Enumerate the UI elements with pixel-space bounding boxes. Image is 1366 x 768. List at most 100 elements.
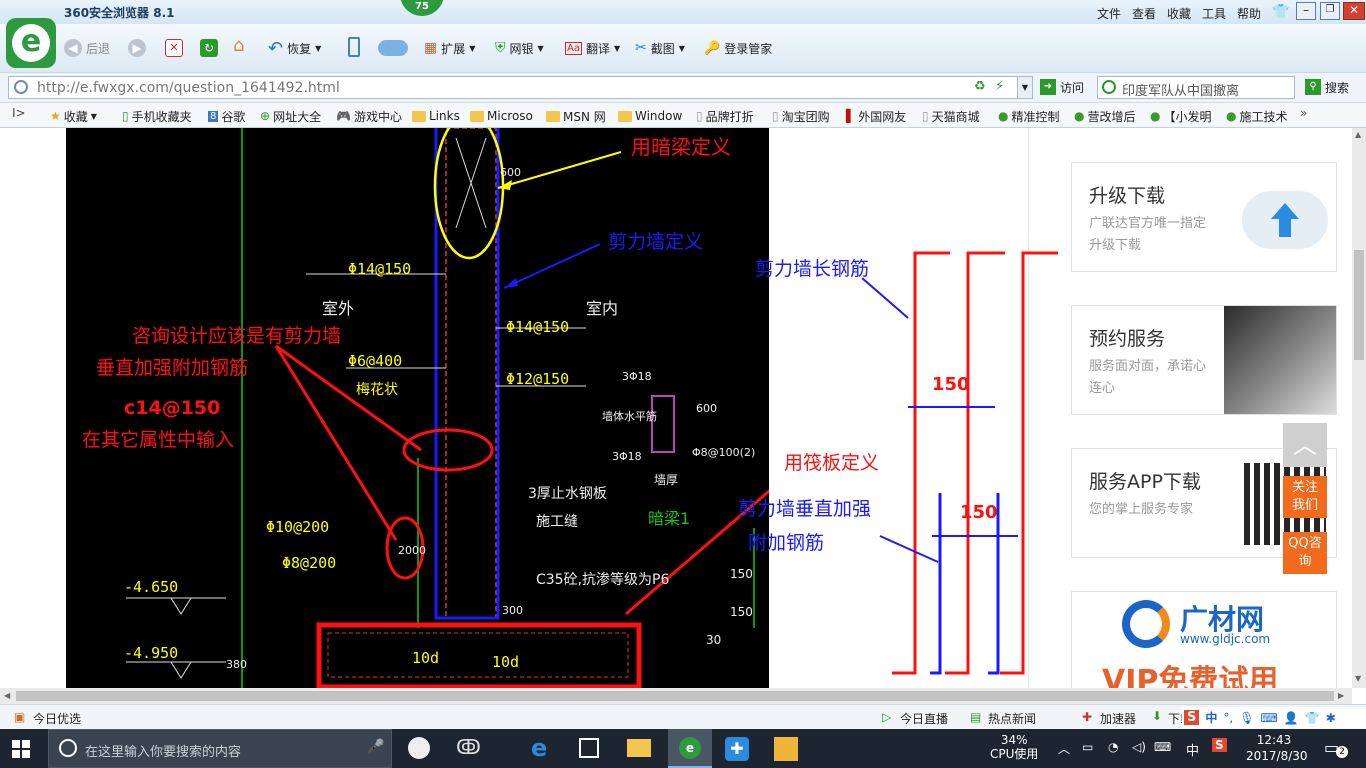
fav-item-windows[interactable]: Window xyxy=(618,105,682,127)
vertical-scroll-thumb[interactable] xyxy=(1354,250,1364,360)
ime-chinese-mode[interactable]: 中 xyxy=(1205,709,1217,726)
collapse-favbar-icon[interactable]: I> xyxy=(12,106,26,120)
explorer-folder-icon[interactable] xyxy=(627,739,651,757)
refresh-icon[interactable]: ↻ xyxy=(200,39,218,57)
horizontal-scroll-thumb[interactable] xyxy=(16,691,1334,701)
menu-file[interactable]: 文件 xyxy=(1097,5,1121,22)
qq-consult-button[interactable]: QQ咨询 xyxy=(1283,532,1327,574)
status-news[interactable]: 热点新闻 xyxy=(988,710,1036,727)
taskbar-search-box[interactable]: 在这里输入你要搜索的内容 🎤 xyxy=(48,729,392,768)
more-favorites-icon[interactable]: » xyxy=(1300,106,1307,120)
fav-item-msn[interactable]: MSN 网 xyxy=(546,105,606,127)
download-icon[interactable]: ⬇ xyxy=(1152,709,1162,723)
close-button[interactable]: ✕ xyxy=(1343,2,1365,20)
translate-button[interactable]: Aa 翻译 ▼ xyxy=(565,34,620,62)
back-button[interactable]: ◀ 后退 xyxy=(64,34,110,62)
tray-expand-icon[interactable]: ︿ xyxy=(1058,740,1070,757)
taskbar-360-browser[interactable]: e xyxy=(668,729,712,768)
fav-item-mobile[interactable]: ▯ 手机收藏夹 xyxy=(122,105,192,127)
today-pick-label[interactable]: 今日优选 xyxy=(33,710,81,727)
ime-indicator[interactable]: 中 xyxy=(1186,740,1199,759)
search-engine-icon[interactable] xyxy=(1102,80,1116,94)
stop-icon[interactable]: ✕ xyxy=(165,39,183,57)
home-icon[interactable]: ⌂ xyxy=(233,37,251,55)
fav-item-google[interactable]: 8 谷歌 xyxy=(208,105,245,127)
fav-item-games[interactable]: 🎮 游戏中心 xyxy=(336,105,402,127)
search-button[interactable]: ⚲ 搜索 xyxy=(1305,73,1349,101)
status-accelerator[interactable]: 加速器 xyxy=(1100,710,1136,727)
ad-gldjc[interactable]: 广材网 www.gldjc.com VIP免费试用 xyxy=(1071,591,1337,688)
edge-icon[interactable]: e xyxy=(531,734,547,762)
scroll-down-icon[interactable]: ▼ xyxy=(1355,674,1361,683)
url-field[interactable]: http://e.fwxgx.com/question_1641492.html… xyxy=(8,76,1033,99)
skin-icon[interactable]: 👕 xyxy=(1272,4,1289,20)
start-windows-icon[interactable] xyxy=(12,740,30,758)
url-text[interactable]: http://e.fwxgx.com/question_1641492.html xyxy=(37,80,340,96)
fav-item-construction[interactable]: ● 施工技术 xyxy=(1226,105,1288,127)
menu-favorites[interactable]: 收藏 xyxy=(1167,5,1191,22)
sogou-tray-icon[interactable]: S xyxy=(1212,738,1227,752)
fav-item-vat[interactable]: ● 营改增后 xyxy=(1074,105,1136,127)
login-manager-button[interactable]: 🔑 登录管家 xyxy=(704,34,772,62)
restore-button[interactable]: ❐ xyxy=(1320,2,1340,20)
restore-tabs-button[interactable]: ↶ 恢复 ▼ xyxy=(268,34,321,62)
store-icon[interactable] xyxy=(579,738,599,758)
scroll-up-icon[interactable]: ▲ xyxy=(1355,130,1361,139)
status-live[interactable]: 今日直播 xyxy=(900,710,948,727)
news-icon[interactable]: ▤ xyxy=(970,710,981,724)
search-field[interactable]: 印度军队从中国撤离 xyxy=(1097,76,1295,99)
card-upgrade[interactable]: 升级下载 广联达官方唯一指定升级下载 xyxy=(1071,162,1337,272)
fav-item-foreign[interactable]: ▌ 外国网友 xyxy=(846,105,906,127)
fav-item-brand-sale[interactable]: ▯ 品牌打折 xyxy=(696,105,754,127)
fav-item-links[interactable]: Links xyxy=(412,105,460,127)
tools-icon[interactable]: ✱ xyxy=(1326,711,1336,725)
screenshot-button[interactable]: ✂ 截图 ▼ xyxy=(635,34,685,62)
card-appointment[interactable]: 预约服务 服务面对面，承诺心连心 xyxy=(1071,305,1337,415)
mobile-icon[interactable] xyxy=(348,37,360,57)
notes-app-icon[interactable] xyxy=(774,737,798,761)
menu-help[interactable]: 帮助 xyxy=(1237,5,1261,22)
fav-item-taobao[interactable]: ▯ 淘宝团购 xyxy=(772,105,830,127)
fav-item-microsoft[interactable]: Microso xyxy=(470,105,533,127)
keyboard-icon[interactable]: ⌨ xyxy=(1260,711,1277,725)
menu-tools[interactable]: 工具 xyxy=(1202,5,1226,22)
skin-shirt-icon[interactable]: 👕 xyxy=(1305,711,1320,725)
fav-item-invention[interactable]: ● 【小发明 xyxy=(1150,105,1212,127)
clock[interactable]: 12:43 2017/8/30 xyxy=(1246,732,1308,764)
ime-toolbar[interactable]: S 中 °, 🎙 ⌨ 👤 👕 ✱ xyxy=(1182,707,1366,728)
secure-icon[interactable]: ♻ xyxy=(974,79,986,94)
wifi-icon[interactable]: ◔ xyxy=(1108,740,1118,754)
fav-item-tmall[interactable]: ▯ 天猫商城 xyxy=(922,105,980,127)
visit-button[interactable]: ➜ 访问 xyxy=(1040,73,1084,101)
lightning-icon[interactable]: ⚡ xyxy=(995,79,1004,94)
url-dropdown-icon[interactable]: ▼ xyxy=(1017,77,1032,98)
taskview-icon[interactable] xyxy=(408,737,430,759)
fav-item-favorites[interactable]: ★ 收藏 ▼ xyxy=(50,105,97,127)
fav-item-precise[interactable]: ● 精准控制 xyxy=(998,105,1060,127)
bank-button[interactable]: ⛨ 网银 ▼ xyxy=(495,34,544,62)
browser-logo[interactable]: e xyxy=(6,18,56,68)
cpu-meter[interactable]: 34% CPU使用 xyxy=(990,733,1038,761)
sogou-icon[interactable]: S xyxy=(1184,710,1200,725)
accelerator-icon[interactable]: ✚ xyxy=(1082,710,1092,724)
extensions-button[interactable]: ▦ 扩展 ▼ xyxy=(424,34,475,62)
horizontal-scrollbar[interactable]: ◀ ▶ xyxy=(0,688,1352,704)
menu-view[interactable]: 查看 xyxy=(1132,5,1156,22)
mic-icon[interactable]: 🎤 xyxy=(367,739,384,755)
follow-us-button[interactable]: 关注我们 xyxy=(1283,476,1327,518)
scroll-left-icon[interactable]: ◀ xyxy=(4,691,10,700)
volume-icon[interactable]: ◁) xyxy=(1132,740,1146,754)
back-to-top-button[interactable]: ︿ xyxy=(1283,423,1327,467)
fav-item-sites[interactable]: ⊕ 网址大全 xyxy=(260,105,321,127)
spiral-app-icon[interactable]: ↂ xyxy=(456,735,481,759)
microphone-icon[interactable]: 🎙 xyxy=(1239,711,1254,725)
user-icon[interactable]: 👤 xyxy=(1284,711,1299,725)
live-icon[interactable]: ▷ xyxy=(882,710,891,724)
action-center-button[interactable]: ▭ 2 xyxy=(1324,738,1348,758)
tray-network-icon[interactable]: ▭ xyxy=(1082,740,1093,754)
vertical-scrollbar[interactable]: ▲ ▼ xyxy=(1352,128,1366,688)
minimize-button[interactable]: – xyxy=(1296,2,1316,20)
ime-punct-icon[interactable]: °, xyxy=(1223,711,1233,725)
tool-app-icon[interactable]: ✚ xyxy=(725,737,749,761)
keyboard-tray-icon[interactable]: ⌨ xyxy=(1154,740,1171,754)
